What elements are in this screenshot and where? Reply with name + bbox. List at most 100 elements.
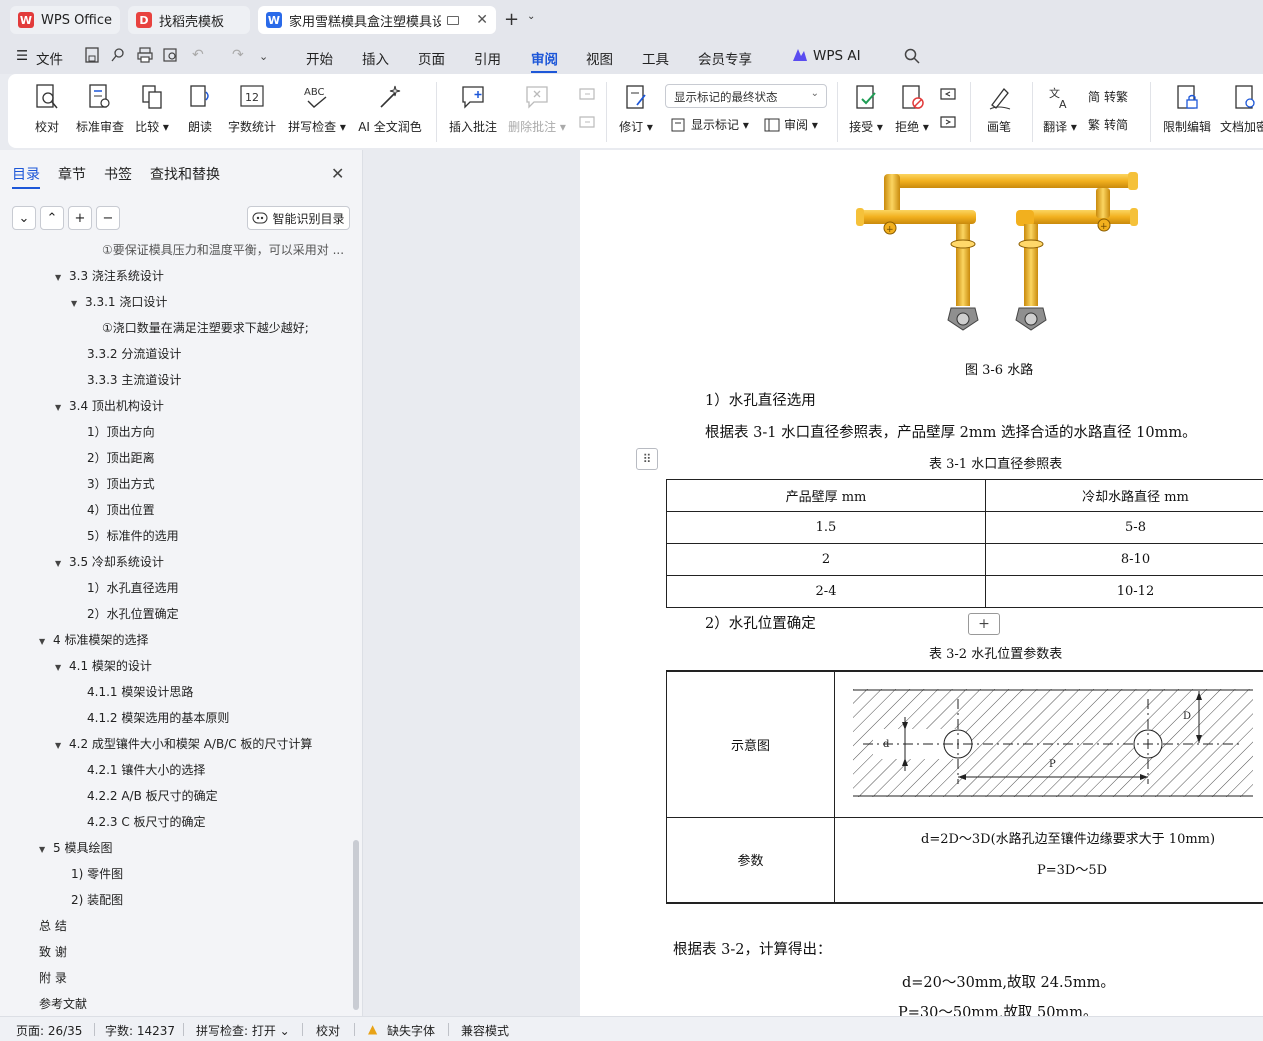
track-changes-button[interactable]: 修订 ▾ — [614, 82, 658, 135]
missing-font-status[interactable]: 缺失字体 — [387, 1022, 435, 1039]
toc-item[interactable]: 3.3.2 分流道设计 — [87, 345, 181, 362]
toc-item[interactable]: 3.3.3 主流道设计 — [87, 371, 181, 388]
toc-item[interactable]: ▼ 3.5 冷却系统设计 — [55, 553, 164, 570]
undo-icon[interactable]: ↶ — [192, 47, 204, 63]
word-count-button[interactable]: 12 字数统计 — [226, 82, 278, 135]
tab-docer-templates[interactable]: D 找稻壳模板 — [128, 6, 250, 34]
next-change-icon[interactable] — [938, 114, 958, 132]
menu-file[interactable]: 文件 — [36, 48, 63, 68]
menu-view[interactable]: 视图 — [586, 48, 613, 68]
toc-item[interactable]: ▼ 3.4 顶出机构设计 — [55, 397, 164, 414]
expand-arrow-icon[interactable]: ▼ — [55, 741, 69, 750]
menu-references[interactable]: 引用 — [474, 48, 501, 68]
insert-comment-button[interactable]: 插入批注 — [446, 82, 500, 135]
toc-item[interactable]: ①浇口数量在满足注塑要求下越少越好; — [102, 319, 309, 336]
compare-button[interactable]: 比较 ▾ — [132, 82, 172, 135]
to-traditional-button[interactable]: 简转繁 — [1088, 88, 1128, 105]
toc-item[interactable]: 4.2.3 C 板尺寸的确定 — [87, 813, 206, 830]
toc-item[interactable]: 参考文献 — [39, 995, 87, 1012]
prev-comment-icon[interactable] — [577, 86, 597, 104]
toc-item[interactable]: 4.2.2 A/B 板尺寸的确定 — [87, 787, 218, 804]
link-icon[interactable] — [111, 47, 125, 63]
expand-arrow-icon[interactable]: ▼ — [39, 845, 53, 854]
menu-review[interactable]: 审阅 — [531, 48, 558, 68]
tab-chapters[interactable]: 章节 — [58, 164, 86, 184]
next-comment-icon[interactable] — [577, 114, 597, 132]
add-row-button[interactable]: + — [968, 613, 1000, 635]
print-icon[interactable] — [137, 47, 153, 63]
review-pane-button[interactable]: 审阅 ▾ — [764, 116, 818, 133]
show-markup-button[interactable]: 显示标记 ▾ — [671, 116, 749, 133]
toc-item[interactable]: 总 结 — [39, 917, 67, 934]
pen-button[interactable]: 画笔 — [982, 82, 1016, 135]
markup-state-select[interactable]: 显示标记的最终状态 ⌄ — [665, 84, 827, 108]
spell-check-status[interactable]: 拼写检查: 打开 ⌄ — [196, 1022, 290, 1039]
translate-button[interactable]: 文A 翻译 ▾ — [1040, 82, 1080, 135]
toc-item[interactable]: 5）标准件的选用 — [87, 527, 179, 544]
monitor-icon[interactable] — [447, 15, 459, 25]
toc-item[interactable]: 4.2.1 镶件大小的选择 — [87, 761, 205, 778]
toc-item[interactable]: 2) 装配图 — [71, 891, 123, 908]
toc-item[interactable]: 1）顶出方向 — [87, 423, 155, 440]
toc-item[interactable]: ▼ 4.1 模架的设计 — [55, 657, 152, 674]
menu-page[interactable]: 页面 — [418, 48, 445, 68]
add-heading-button[interactable]: + — [68, 206, 92, 230]
ai-proofread-button[interactable]: AI 全文润色 — [354, 82, 426, 135]
smart-toc-button[interactable]: 智能识别目录 — [247, 206, 350, 230]
tab-bookmarks[interactable]: 书签 — [104, 164, 132, 184]
spell-check-button[interactable]: ABC 拼写检查 ▾ — [286, 82, 348, 135]
accept-button[interactable]: 接受 ▾ — [846, 82, 886, 135]
table-move-handle[interactable]: ⠿ — [636, 448, 658, 470]
close-icon[interactable]: ✕ — [331, 164, 344, 183]
reject-button[interactable]: 拒绝 ▾ — [892, 82, 932, 135]
doc-encrypt-button[interactable]: 文档加密 — [1220, 82, 1263, 135]
prev-change-icon[interactable] — [938, 86, 958, 104]
print-preview-icon[interactable] — [163, 47, 179, 63]
expand-arrow-icon[interactable]: ▼ — [39, 637, 53, 646]
toc-item[interactable]: 1）水孔直径选用 — [87, 579, 179, 596]
remove-heading-button[interactable]: − — [96, 206, 120, 230]
toc-item[interactable]: ▼ 5 模具绘图 — [39, 839, 112, 856]
toc-item[interactable]: 1) 零件图 — [71, 865, 123, 882]
menu-insert[interactable]: 插入 — [362, 48, 389, 68]
expand-arrow-icon[interactable]: ▼ — [55, 663, 69, 672]
toc-item[interactable]: ▼ 3.3.1 浇口设计 — [71, 293, 167, 310]
toc-item[interactable]: ▼ 4.2 成型镶件大小和模架 A/B/C 板的尺寸计算 — [55, 735, 312, 752]
save-icon[interactable] — [85, 47, 99, 63]
hamburger-icon[interactable]: ☰ — [16, 48, 28, 64]
restrict-edit-button[interactable]: 限制编辑 — [1160, 82, 1214, 135]
expand-arrow-icon[interactable]: ▼ — [71, 299, 85, 308]
word-count[interactable]: 字数: 14237 — [105, 1022, 175, 1039]
chevron-down-icon[interactable]: ⌄ — [527, 11, 535, 22]
proofread-status[interactable]: 校对 — [316, 1022, 340, 1039]
redo-icon[interactable]: ↷ — [232, 47, 244, 63]
toc-item[interactable]: 2）水孔位置确定 — [87, 605, 179, 622]
expand-arrow-icon[interactable]: ▼ — [55, 403, 69, 412]
close-tab-icon[interactable]: ✕ — [476, 12, 488, 28]
toc-item[interactable]: ①要保证模具压力和温度平衡，可以采用对 ... — [102, 241, 344, 258]
search-icon[interactable] — [904, 48, 920, 64]
toc-scrollbar[interactable] — [353, 840, 359, 1010]
to-simplified-button[interactable]: 繁转简 — [1088, 116, 1128, 133]
menu-tools[interactable]: 工具 — [642, 48, 669, 68]
new-tab-icon[interactable]: + — [504, 9, 519, 30]
toc-item[interactable]: ▼ 3.3 浇注系统设计 — [55, 267, 164, 284]
menu-home[interactable]: 开始 — [306, 48, 333, 68]
toc-item[interactable]: 3）顶出方式 — [87, 475, 155, 492]
toc-item[interactable]: ▼ 4 标准模架的选择 — [39, 631, 148, 648]
tab-wps-office[interactable]: W WPS Office — [10, 6, 120, 34]
toc-item[interactable]: 4）顶出位置 — [87, 501, 155, 518]
expand-arrow-icon[interactable]: ▼ — [55, 273, 69, 282]
menu-wps-ai[interactable]: WPS AI — [813, 48, 861, 64]
tab-current-document[interactable]: W 家用雪糕模具盒注塑模具设计 ✕ — [258, 6, 496, 34]
toc-item[interactable]: 附 录 — [39, 969, 67, 986]
collapse-up-button[interactable]: ⌃ — [40, 206, 64, 230]
read-aloud-button[interactable]: 朗读 — [182, 82, 218, 135]
expand-arrow-icon[interactable]: ▼ — [55, 559, 69, 568]
toc-item[interactable]: 4.1.1 模架设计思路 — [87, 683, 193, 700]
page-indicator[interactable]: 页面: 26/35 — [16, 1022, 82, 1039]
toc-item[interactable]: 2）顶出距离 — [87, 449, 155, 466]
more-chevron-icon[interactable]: ⌄ — [259, 50, 268, 63]
proofread-button[interactable]: 校对 — [28, 82, 66, 135]
delete-comment-button[interactable]: 删除批注 ▾ — [506, 82, 568, 135]
